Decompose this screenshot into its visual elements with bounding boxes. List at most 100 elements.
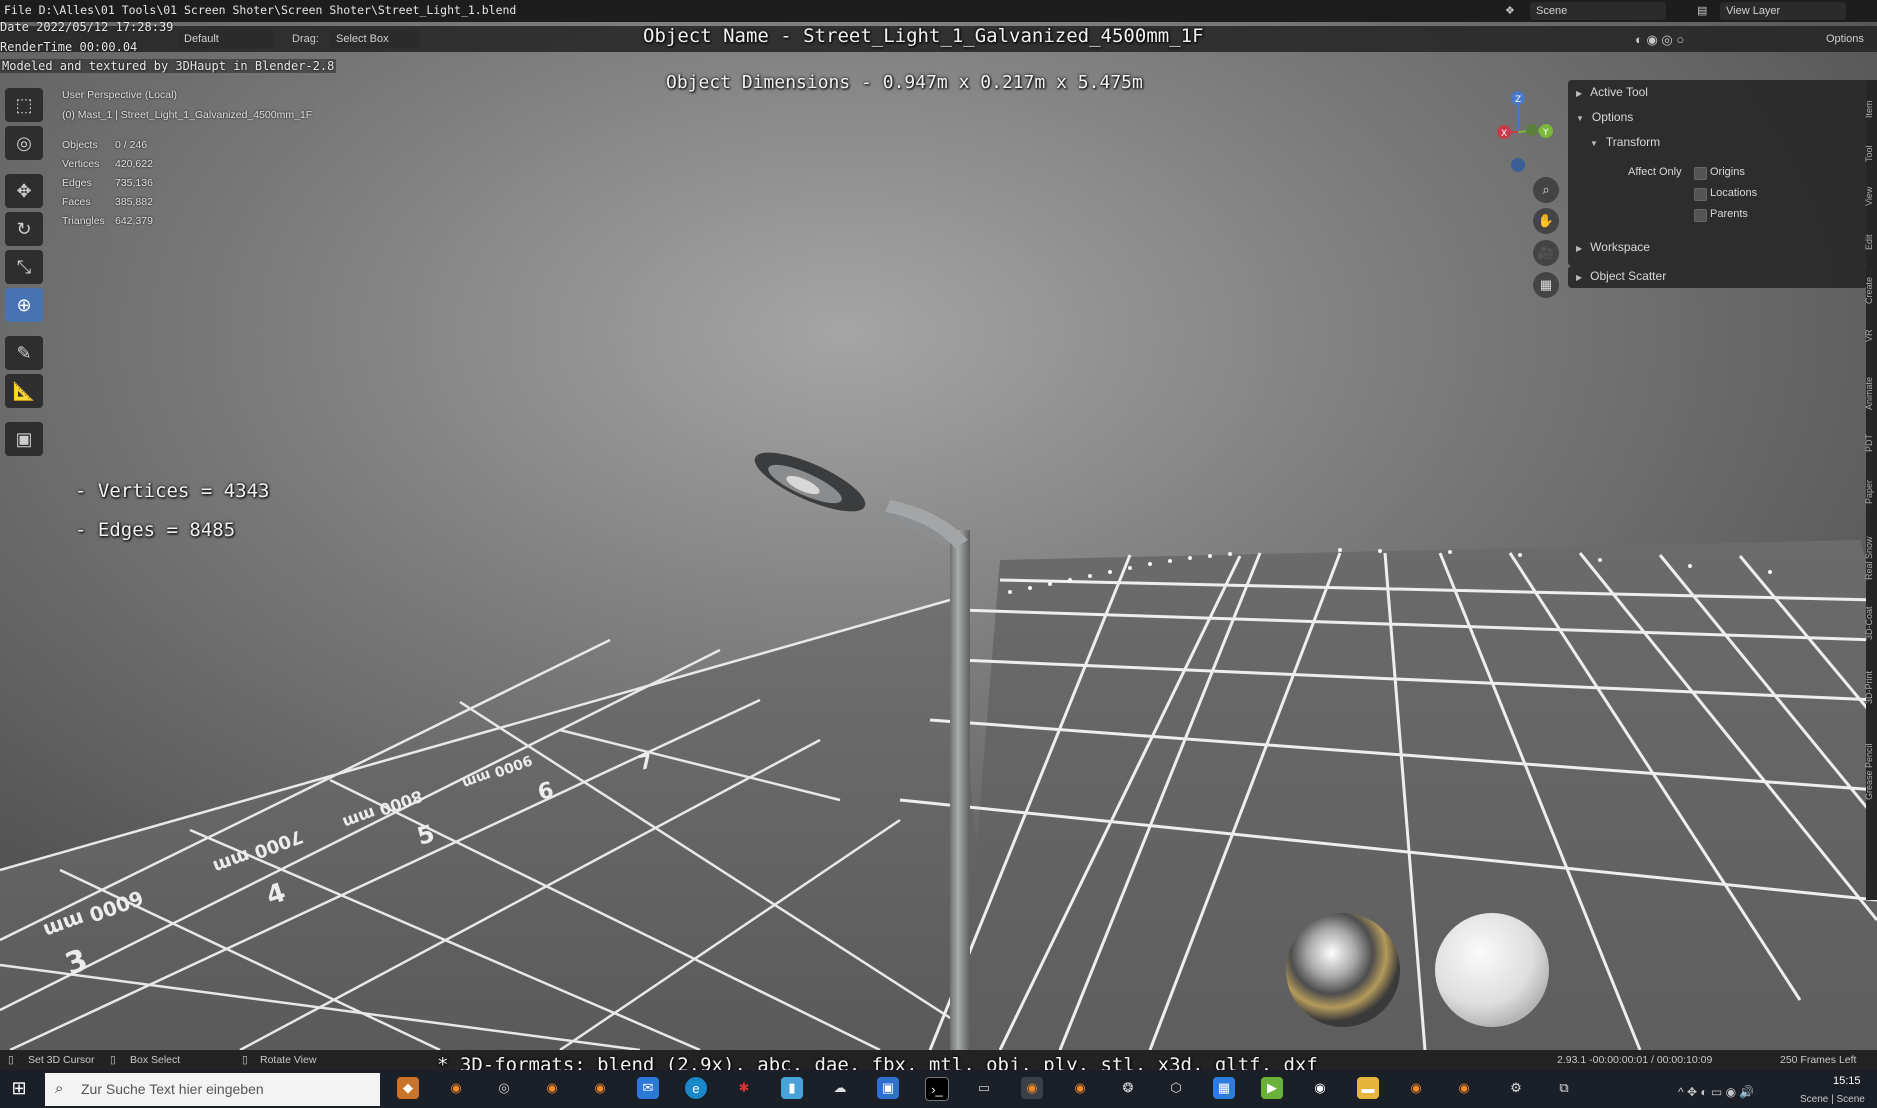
rotate-tool-icon: ↻ [16,218,32,239]
app-cube-icon[interactable]: ⬡ [1165,1077,1187,1099]
app-network-icon[interactable]: ⧉ [1553,1077,1575,1099]
options-dropdown[interactable]: Options [1820,30,1876,48]
blender-icon[interactable]: ◉ [1021,1077,1043,1099]
stat-value-objects: 0 / 246 [115,139,148,151]
status-version-time: 2.93.1 -00:00:00:01 / 00:00:10:09 [1557,1054,1713,1066]
gizmo-y-label: Y [1542,128,1549,138]
terminal-icon[interactable]: ›_ [925,1077,949,1101]
collapsed-arrow-icon: ▶ [1576,89,1583,98]
blender-icon[interactable]: ◉ [1453,1077,1475,1099]
ortho-grid-icon[interactable]: ▦ [1533,272,1559,298]
settings-gear-icon[interactable]: ⚙ [1505,1077,1527,1099]
annotate-tool[interactable]: ✎ [5,336,43,370]
cursor-tool[interactable]: ◎ [5,126,43,160]
nvidia-icon[interactable]: ▶ [1261,1077,1283,1099]
app-screen-icon[interactable]: ▭ [973,1077,995,1099]
panel-options[interactable]: ▼ Options [1576,110,1633,124]
rotate-tool[interactable]: ↻ [5,212,43,246]
panel-active-tool[interactable]: ▶ Active Tool [1576,85,1648,99]
collapsed-arrow-icon: ▶ [1576,244,1583,253]
sidebar-tool-panel: ▶ Active Tool ▼ Options ▼ Transform Affect … [1568,80,1868,266]
origins-checkbox[interactable] [1694,167,1707,180]
tab-tool[interactable]: Tool [1864,145,1874,162]
app-red-icon[interactable]: ✱ [733,1077,755,1099]
parents-label: Parents [1710,208,1748,220]
viewport-shading-icons[interactable]: ◐ ◉ ◎ ○ [1635,32,1684,48]
stat-label-faces: Faces [62,196,91,208]
parents-checkbox[interactable] [1694,209,1707,222]
gizmo-z-label: Z [1515,95,1521,105]
transform-tool[interactable]: ⊕ [5,288,43,322]
tab-3d-coat[interactable]: 3D-Coat [1864,606,1874,640]
blender-icon[interactable]: ◉ [1069,1077,1091,1099]
tab-grease-pencil[interactable]: Grease Pencil [1864,743,1874,800]
calendar-icon[interactable]: ▦ [1213,1077,1235,1099]
add-cube-tool[interactable]: ▣ [5,422,43,456]
folder-icon[interactable]: ▬ [1357,1077,1379,1099]
tab-paper[interactable]: Paper [1864,480,1874,504]
scale-tool[interactable]: ⤡ [5,250,43,284]
app-aperture-icon[interactable]: ◎ [493,1077,515,1099]
camera-icon[interactable]: 🎥 [1533,240,1559,266]
panel-workspace[interactable]: ▶ Workspace [1576,240,1650,254]
taskbar-app-icon[interactable]: ◆ [397,1077,419,1099]
select-box-tool-icon: ⬚ [15,94,33,115]
app-panda-icon[interactable]: ❂ [1117,1077,1139,1099]
locations-label: Locations [1710,187,1758,199]
drag-select-dropdown[interactable]: Select Box [330,30,420,48]
blender-icon[interactable]: ◉ [1405,1077,1427,1099]
system-tray-icons[interactable]: ^ ✥ ◐ ▭ ◉ 🔊 [1678,1085,1754,1099]
file-path: File D:\Alles\01 Tools\01 Screen Shoter\… [4,3,517,17]
tab-animate[interactable]: Animate [1864,377,1874,410]
move-tool[interactable]: ✥ [5,174,43,208]
vertices-note: - Vertices = 4343 [75,480,270,502]
measure-tool[interactable]: 📐 [5,374,43,408]
blender-icon[interactable]: ◉ [589,1077,611,1099]
status-frames-left: 250 Frames Left [1780,1054,1857,1066]
tab-pdt[interactable]: PDT [1864,434,1874,452]
tool-shelf: ⬚ ◎ ✥ ↻ ⤡ ⊕ ✎ 📐 ▣ [5,88,45,460]
expanded-arrow-icon: ▼ [1590,139,1598,148]
scale-tool-icon: ⤡ [16,256,32,277]
stat-value-vertices: 420,622 [115,158,153,170]
view-layer-icon[interactable]: ▤ [1697,4,1707,17]
annotate-tool-icon: ✎ [16,342,32,363]
tab-create[interactable]: Create [1864,277,1874,304]
search-icon: ⌕ [55,1080,64,1097]
panel-workspace-label: Workspace [1590,240,1650,254]
app-cloud-icon[interactable]: ☁ [829,1077,851,1099]
edge-browser-icon[interactable]: e [685,1077,707,1099]
expanded-arrow-icon: ▼ [1576,114,1584,123]
view-layer-selector[interactable]: View Layer [1720,2,1846,20]
mail-icon[interactable]: ✉ [637,1077,659,1099]
add-cube-tool-icon: ▣ [15,428,33,449]
panel-options-label: Options [1591,110,1634,124]
stat-label-objects: Objects [62,139,98,151]
windows-start-icon[interactable]: ⊞ [8,1077,30,1099]
credit-note: Modeled and textured by 3DHaupt in Blend… [0,59,337,73]
tab-view[interactable]: View [1864,187,1874,206]
taskbar-search[interactable]: ⌕ Zur Suche Text hier eingeben [45,1073,380,1106]
taskbar-clock[interactable]: 15:15 [1833,1075,1861,1087]
tab-vr[interactable]: VR [1864,329,1874,342]
blender-icon[interactable]: ◉ [445,1077,467,1099]
panel-object-scatter[interactable]: ▶ Object Scatter [1576,269,1666,283]
active-object-path: (0) Mast_1 | Street_Light_1_Galvanized_4… [62,109,313,121]
tab-edit[interactable]: Edit [1864,234,1874,250]
tab-item[interactable]: Item [1864,100,1874,118]
scene-selector[interactable]: Scene [1530,2,1666,20]
tab-3d-print[interactable]: 3D-Print [1864,671,1874,704]
app-blue-icon[interactable]: ▮ [781,1077,803,1099]
panel-transform[interactable]: ▼ Transform [1590,135,1660,149]
scene-selector-icon[interactable]: ❖ [1505,4,1515,17]
select-box-tool[interactable]: ⬚ [5,88,43,122]
tab-real-snow[interactable]: Real Snow [1864,536,1874,580]
pan-hand-icon[interactable]: ✋ [1533,208,1559,234]
blender-icon[interactable]: ◉ [541,1077,563,1099]
app-box-icon[interactable]: ▣ [877,1077,899,1099]
zoom-icon[interactable]: ⌕ [1533,177,1559,203]
locations-checkbox[interactable] [1694,188,1707,201]
app-circle-icon[interactable]: ◉ [1309,1077,1331,1099]
mode-dropdown[interactable]: Default [178,30,274,48]
stat-value-faces: 385,882 [115,196,153,208]
